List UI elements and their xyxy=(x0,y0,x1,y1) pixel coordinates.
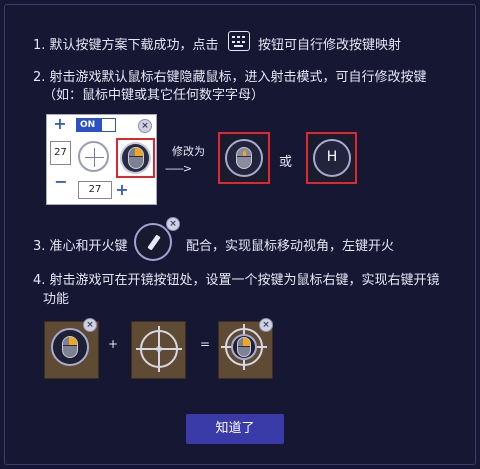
minus-button[interactable]: − xyxy=(54,174,68,190)
confirm-button[interactable]: 知道了 xyxy=(186,414,284,444)
right-mouse-key[interactable] xyxy=(120,142,151,174)
step4-text-b: 功能 xyxy=(43,292,70,307)
crosshair-icon xyxy=(136,326,182,372)
value-left-field[interactable]: 27 xyxy=(50,141,71,165)
mouse-icon xyxy=(62,336,78,358)
mouse-icon xyxy=(128,147,144,169)
middle-mouse-key xyxy=(225,139,263,177)
right-mouse-key-result xyxy=(231,334,257,360)
on-toggle[interactable]: ON xyxy=(76,118,116,132)
keyboard-icon[interactable] xyxy=(228,31,250,51)
mouse-icon xyxy=(237,337,251,357)
value-bottom-field[interactable]: 27 xyxy=(78,181,112,199)
toggle-knob xyxy=(102,119,115,131)
equals-sign: = xyxy=(200,337,211,351)
close-icon[interactable]: × xyxy=(259,318,273,332)
step1-text-a: 1. 默认按键方案下载成功，点击 xyxy=(33,38,219,53)
step2-text-a: 2. 射击游戏默认鼠标右键隐藏鼠标，进入射击模式，可自行修改按键 xyxy=(33,70,427,85)
on-toggle-label: ON xyxy=(80,120,96,130)
fire-key-icon xyxy=(134,223,172,261)
close-icon[interactable]: × xyxy=(138,119,152,133)
plus-button-bottom[interactable]: + xyxy=(115,182,129,198)
plus-sign: + xyxy=(108,337,119,351)
step4-text-a: 4. 射击游戏可在开镜按钮处，设置一个按键为鼠标右键，实现右键开镜 xyxy=(33,273,440,288)
arrow-icon: ------> xyxy=(165,162,192,175)
step2-text-b: （如：鼠标中键或其它任何数字字母） xyxy=(43,88,265,103)
crosshair-icon xyxy=(78,141,109,172)
close-icon[interactable]: × xyxy=(166,217,180,231)
right-mouse-key-tile xyxy=(51,328,89,366)
step3-text-b: 配合，实现鼠标移动视角，左键开火 xyxy=(186,239,395,254)
close-icon[interactable]: × xyxy=(83,318,97,332)
plus-button-top[interactable]: + xyxy=(53,116,67,132)
mouse-middle-icon xyxy=(236,147,252,169)
h-key: H xyxy=(313,139,351,177)
step1-text-b: 按钮可自行修改按键映射 xyxy=(258,38,402,53)
arrow-label: 修改为 xyxy=(172,145,205,158)
step3-text-a: 3. 准心和开火键 xyxy=(33,239,128,254)
or-label: 或 xyxy=(279,155,293,170)
